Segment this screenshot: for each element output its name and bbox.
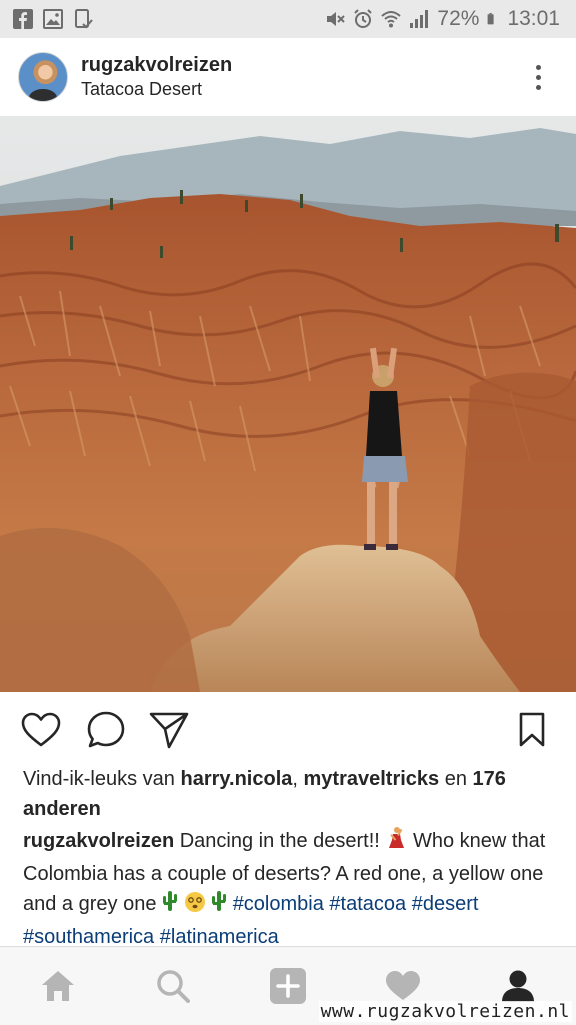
- search-icon[interactable]: [143, 956, 203, 1016]
- likes-prefix: Vind-ik-leuks van: [23, 768, 181, 790]
- status-bar: 72% 13:01: [0, 0, 576, 38]
- comment-icon[interactable]: [86, 710, 126, 750]
- post-location[interactable]: Tatacoa Desert: [81, 77, 232, 101]
- post-photo[interactable]: [0, 116, 576, 692]
- cactus-emoji: [162, 889, 178, 922]
- post-header: rugzakvolreizen Tatacoa Desert: [0, 38, 576, 116]
- bookmark-icon[interactable]: [512, 710, 552, 750]
- battery-percent: 72%: [437, 7, 480, 30]
- caption-username[interactable]: rugzakvolreizen: [23, 830, 174, 852]
- likes-middle: en: [439, 768, 473, 790]
- facebook-icon: [13, 9, 33, 29]
- post-author: rugzakvolreizen Tatacoa Desert: [81, 53, 232, 101]
- liker-mytraveltricks[interactable]: mytraveltricks: [304, 768, 440, 790]
- alarm-icon: [354, 9, 373, 28]
- likes-separator: ,: [292, 768, 304, 790]
- add-post-icon[interactable]: [258, 956, 318, 1016]
- dancer-emoji: [385, 826, 407, 859]
- post-username[interactable]: rugzakvolreizen: [81, 53, 232, 77]
- mute-icon: [327, 12, 346, 26]
- post-caption: rugzakvolreizen Dancing in the desert!! …: [23, 826, 558, 952]
- hashtag-colombia[interactable]: #colombia: [233, 893, 324, 915]
- hashtag-desert[interactable]: #desert: [412, 893, 479, 915]
- cactus-emoji: [211, 889, 227, 922]
- tablet-check-icon: [75, 9, 93, 29]
- avatar[interactable]: [18, 52, 68, 102]
- post-actions: [0, 692, 576, 768]
- dizzy-face-emoji: [184, 891, 206, 922]
- like-icon[interactable]: [21, 710, 61, 750]
- more-options-icon[interactable]: [536, 64, 542, 90]
- clock: 13:01: [507, 7, 560, 30]
- hashtag-latinamerica[interactable]: #latinamerica: [160, 926, 279, 948]
- watermark: www.rugzakvolreizen.nl: [318, 1001, 572, 1022]
- hashtag-southamerica[interactable]: #southamerica: [23, 926, 154, 948]
- battery-icon: [488, 13, 495, 25]
- caption-text-1: Dancing in the desert!!: [174, 830, 386, 852]
- gallery-icon: [43, 9, 63, 29]
- wifi-icon: [381, 11, 402, 28]
- share-icon[interactable]: [149, 710, 189, 750]
- home-icon[interactable]: [28, 956, 88, 1016]
- likes-summary: Vind-ik-leuks van harry.nicola, mytravel…: [23, 764, 553, 824]
- hashtag-tatacoa[interactable]: #tatacoa: [329, 893, 406, 915]
- liker-harry-nicola[interactable]: harry.nicola: [180, 768, 292, 790]
- signal-icon: [410, 10, 429, 28]
